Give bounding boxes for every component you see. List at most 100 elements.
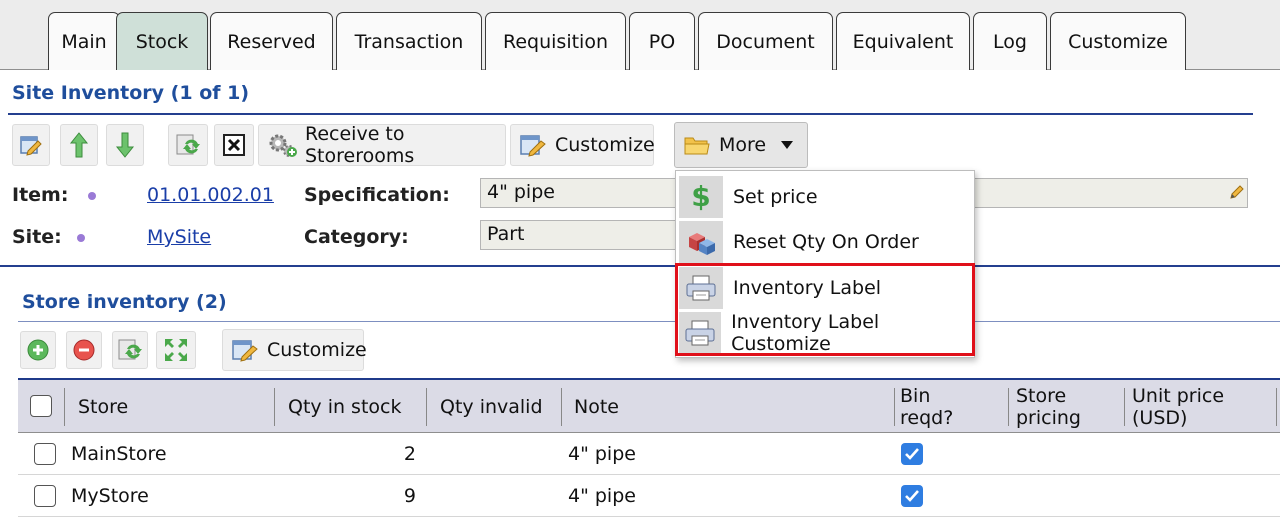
caret-down-icon bbox=[780, 140, 794, 150]
menu-item-reset-qty-on-order[interactable]: Reset Qty On Order bbox=[676, 219, 974, 264]
item-info-dot[interactable] bbox=[88, 192, 96, 200]
site-link[interactable]: MySite bbox=[147, 226, 211, 248]
tab-label: Equivalent bbox=[852, 30, 954, 53]
tab-label: PO bbox=[648, 30, 676, 53]
customize-icon bbox=[231, 337, 259, 363]
tab-label: Log bbox=[993, 30, 1027, 53]
arrow-down-icon bbox=[115, 131, 135, 159]
note-cell: 4" pipe bbox=[568, 443, 636, 465]
tab-requisition[interactable]: Requisition bbox=[485, 12, 626, 70]
move-up-button[interactable] bbox=[60, 124, 98, 166]
tab-customize[interactable]: Customize bbox=[1050, 12, 1186, 70]
select-all-checkbox[interactable] bbox=[30, 395, 52, 417]
store-customize-button[interactable]: Customize bbox=[222, 329, 367, 371]
column-header-line: pricing bbox=[1016, 406, 1081, 429]
store-cell: MainStore bbox=[71, 443, 167, 465]
row-checkbox[interactable] bbox=[34, 443, 56, 465]
menu-item-label: Reset Qty On Order bbox=[733, 230, 919, 253]
svg-text:$: $ bbox=[691, 181, 710, 213]
more-dropdown-button[interactable]: More bbox=[674, 122, 808, 168]
cubes-icon bbox=[679, 220, 723, 263]
note-cell: 4" pipe bbox=[568, 485, 636, 507]
folder-icon bbox=[683, 134, 711, 156]
edit-button[interactable] bbox=[12, 124, 50, 166]
tab-reserved[interactable]: Reserved bbox=[210, 12, 333, 70]
column-header-store-pricing[interactable]: Store pricing bbox=[1016, 380, 1081, 433]
column-separator bbox=[894, 388, 895, 426]
refresh-icon bbox=[175, 132, 201, 158]
column-separator bbox=[64, 388, 65, 426]
bin-reqd-checkbox[interactable] bbox=[901, 443, 923, 465]
add-button[interactable] bbox=[20, 331, 56, 369]
tab-document[interactable]: Document bbox=[698, 12, 833, 70]
tab-label: Main bbox=[61, 30, 107, 53]
specification-label: Specification: bbox=[304, 184, 450, 206]
column-header-qty-invalid[interactable]: Qty invalid bbox=[440, 380, 543, 433]
table-header: Store Qty in stock Qty invalid Note Bin … bbox=[18, 378, 1280, 433]
category-field[interactable]: Part bbox=[480, 220, 676, 250]
refresh-store-button[interactable] bbox=[112, 331, 148, 369]
minus-circle-icon bbox=[73, 339, 95, 361]
menu-item-set-price[interactable]: $ Set price bbox=[676, 174, 974, 219]
item-link[interactable]: 01.01.002.01 bbox=[147, 184, 274, 206]
column-separator bbox=[1008, 388, 1009, 426]
column-header-qty-in-stock[interactable]: Qty in stock bbox=[288, 380, 401, 433]
receive-label: Receive to Storerooms bbox=[305, 123, 415, 167]
column-header-unit-price[interactable]: Unit price (USD) bbox=[1132, 380, 1224, 433]
dollar-icon: $ bbox=[679, 175, 723, 218]
tab-stock[interactable]: Stock bbox=[116, 12, 208, 70]
expand-button[interactable] bbox=[156, 331, 196, 369]
arrow-up-icon bbox=[69, 131, 89, 159]
more-label: More bbox=[719, 134, 767, 156]
qty-in-stock-cell: 9 bbox=[403, 485, 416, 507]
section-divider bbox=[18, 321, 1280, 322]
column-separator bbox=[426, 388, 427, 426]
tab-equivalent[interactable]: Equivalent bbox=[836, 12, 970, 70]
expand-arrows-icon bbox=[163, 337, 189, 363]
column-separator bbox=[561, 388, 562, 426]
tab-label: Customize bbox=[1068, 30, 1168, 53]
move-down-button[interactable] bbox=[106, 124, 144, 166]
plus-circle-icon bbox=[27, 339, 49, 361]
pencil-icon[interactable] bbox=[1228, 183, 1246, 201]
column-header-line: Bin bbox=[900, 384, 931, 407]
refresh-icon bbox=[117, 337, 143, 363]
customize-button[interactable]: Customize bbox=[510, 124, 655, 166]
highlight-box bbox=[675, 263, 975, 356]
column-header-note[interactable]: Note bbox=[574, 380, 619, 433]
menu-item-label: Set price bbox=[733, 185, 818, 208]
tab-label: Reserved bbox=[227, 30, 316, 53]
tab-transaction[interactable]: Transaction bbox=[336, 12, 482, 70]
qty-in-stock-cell: 2 bbox=[403, 443, 416, 465]
store-cell: MyStore bbox=[71, 485, 149, 507]
customize-label: Customize bbox=[267, 339, 367, 361]
receive-to-storerooms-button[interactable]: Receive to Storerooms bbox=[258, 123, 506, 167]
column-separator bbox=[1276, 388, 1277, 426]
site-label: Site: bbox=[12, 226, 62, 248]
tab-bar: Main Stock Reserved Transaction Requisit… bbox=[0, 0, 1280, 70]
section-divider bbox=[0, 265, 1280, 267]
column-separator bbox=[1124, 388, 1125, 426]
column-header-line: Unit price bbox=[1132, 384, 1225, 407]
item-label: Item: bbox=[12, 184, 69, 206]
site-info-dot[interactable] bbox=[77, 234, 85, 242]
refresh-button[interactable] bbox=[168, 124, 208, 166]
tab-label: Requisition bbox=[503, 30, 608, 53]
tab-label: Document bbox=[716, 30, 815, 53]
column-header-line: Store bbox=[1016, 384, 1067, 407]
tab-log[interactable]: Log bbox=[973, 12, 1047, 70]
tab-label: Transaction bbox=[354, 30, 464, 53]
table-row[interactable]: MainStore 2 4" pipe bbox=[18, 434, 1280, 475]
remove-button[interactable] bbox=[66, 331, 102, 369]
column-header-bin-reqd[interactable]: Bin reqd? bbox=[900, 380, 953, 433]
tab-main[interactable]: Main bbox=[48, 12, 120, 70]
column-header-store[interactable]: Store bbox=[78, 380, 128, 433]
column-header-line: (USD) bbox=[1132, 406, 1188, 429]
table-row[interactable]: MyStore 9 4" pipe bbox=[18, 476, 1280, 517]
tab-po[interactable]: PO bbox=[629, 12, 695, 70]
column-header-line: reqd? bbox=[900, 406, 954, 429]
bin-reqd-checkbox[interactable] bbox=[901, 485, 923, 507]
row-checkbox[interactable] bbox=[34, 485, 56, 507]
delete-button[interactable] bbox=[214, 124, 254, 166]
close-box-icon bbox=[223, 134, 245, 156]
